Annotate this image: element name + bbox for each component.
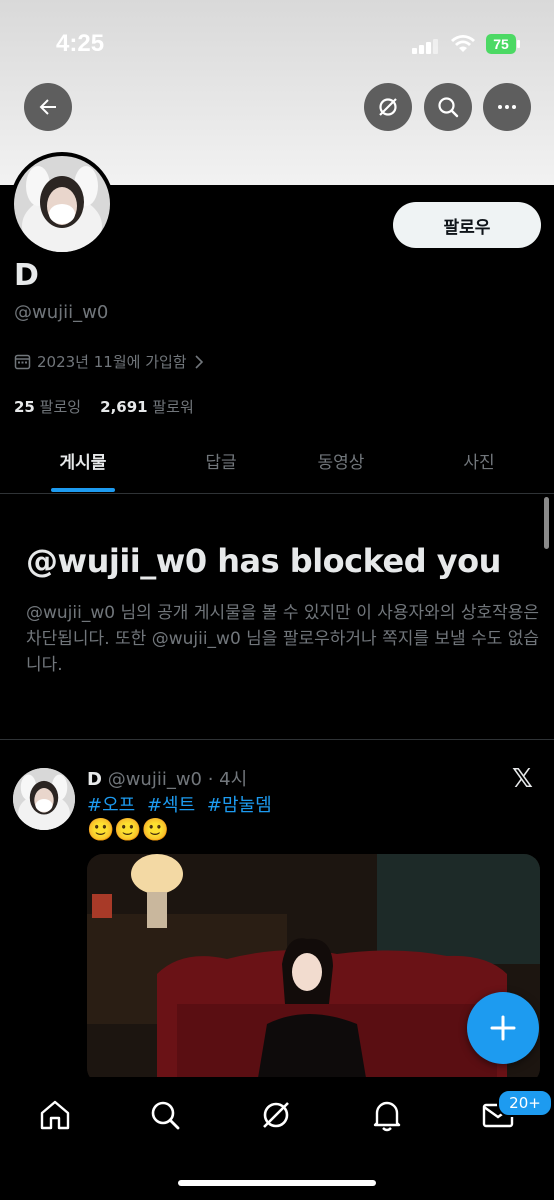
grok-button[interactable] xyxy=(364,83,412,131)
battery-indicator: 75 xyxy=(486,34,520,54)
profile-tabs: 게시물 답글 동영상 사진 xyxy=(0,436,554,494)
more-icon xyxy=(498,105,516,109)
blocked-title: @wujii_w0 has blocked you xyxy=(26,542,501,580)
compose-post-button[interactable] xyxy=(467,992,539,1064)
nav-notifications[interactable] xyxy=(367,1095,407,1135)
tweet-media-image[interactable] xyxy=(87,854,540,1084)
nav-home[interactable] xyxy=(35,1095,75,1135)
joined-label: 2023년 11월에 가입함 xyxy=(37,353,187,371)
hashtag-link[interactable]: #오프 xyxy=(87,795,135,816)
search-button[interactable] xyxy=(424,83,472,131)
photo xyxy=(87,854,540,1084)
status-bar: 4:25 75 xyxy=(0,30,554,60)
profile-handle: @wujii_w0 xyxy=(14,302,109,323)
profile-name: D xyxy=(14,258,39,293)
nav-search[interactable] xyxy=(145,1095,185,1135)
search-icon xyxy=(151,1101,180,1130)
status-time: 4:25 xyxy=(56,30,105,57)
x-logo-icon: 𝕏 xyxy=(512,764,533,794)
nav-grok[interactable] xyxy=(256,1095,296,1135)
followers-count: 2,691 xyxy=(100,398,148,416)
messages-badge: 20+ xyxy=(497,1089,553,1117)
tweet-emojis: 🙂🙂🙂 xyxy=(87,818,170,843)
bell-icon xyxy=(373,1101,401,1132)
profile-avatar[interactable] xyxy=(10,152,114,256)
tweet-time: · 4시 xyxy=(207,769,248,790)
tweet-avatar[interactable] xyxy=(13,768,75,830)
tab-videos[interactable]: 동영상 xyxy=(281,448,401,473)
active-tab-indicator xyxy=(51,488,115,492)
tab-photos[interactable]: 사진 xyxy=(419,448,539,473)
chevron-right-icon xyxy=(195,354,203,369)
following-label: 팔로잉 xyxy=(39,398,82,416)
back-button[interactable] xyxy=(24,83,72,131)
scrollbar[interactable] xyxy=(544,497,549,549)
joined-date[interactable]: 2023년 11월에 가입함 xyxy=(14,351,205,372)
more-button[interactable] xyxy=(483,83,531,131)
followers-label: 팔로워 xyxy=(152,398,194,416)
home-indicator[interactable] xyxy=(178,1180,376,1186)
following-count: 25 xyxy=(14,398,35,416)
wifi-icon xyxy=(451,35,475,52)
tweet-avatar-image xyxy=(13,768,75,830)
follow-button[interactable]: 팔로우 xyxy=(393,202,541,248)
following-link[interactable]: 25 팔로잉 xyxy=(14,398,81,416)
home-icon xyxy=(40,1100,70,1130)
avatar-image xyxy=(14,156,110,252)
blocked-description: @wujii_w0 님의 공개 게시물을 볼 수 있지만 이 사용자와의 상호작… xyxy=(26,603,540,675)
hashtag-link[interactable]: #맘눌뎀 xyxy=(207,795,272,816)
followers-link[interactable]: 2,691 팔로워 xyxy=(100,398,194,416)
hashtag-link[interactable]: #섹트 xyxy=(147,795,195,816)
divider xyxy=(0,739,554,740)
tweet-hashtags: #오프 #섹트 #맘눌뎀 xyxy=(87,791,278,817)
tweet-author-name[interactable]: D xyxy=(87,769,102,790)
follow-stats: 25 팔로잉 2,691 팔로워 xyxy=(14,396,194,417)
arrow-left-icon xyxy=(39,99,56,115)
grok-icon xyxy=(263,1102,289,1128)
grok-icon xyxy=(379,98,397,116)
tweet-author-handle[interactable]: @wujii_w0 xyxy=(108,769,202,790)
cellular-signal-icon xyxy=(412,38,440,54)
plus-icon xyxy=(490,1015,516,1041)
calendar-icon xyxy=(14,354,31,370)
tab-posts[interactable]: 게시물 xyxy=(23,448,143,473)
search-icon xyxy=(438,97,459,118)
tweet-header: D @wujii_w0 · 4시 xyxy=(87,765,247,791)
tab-replies[interactable]: 답글 xyxy=(161,448,281,473)
